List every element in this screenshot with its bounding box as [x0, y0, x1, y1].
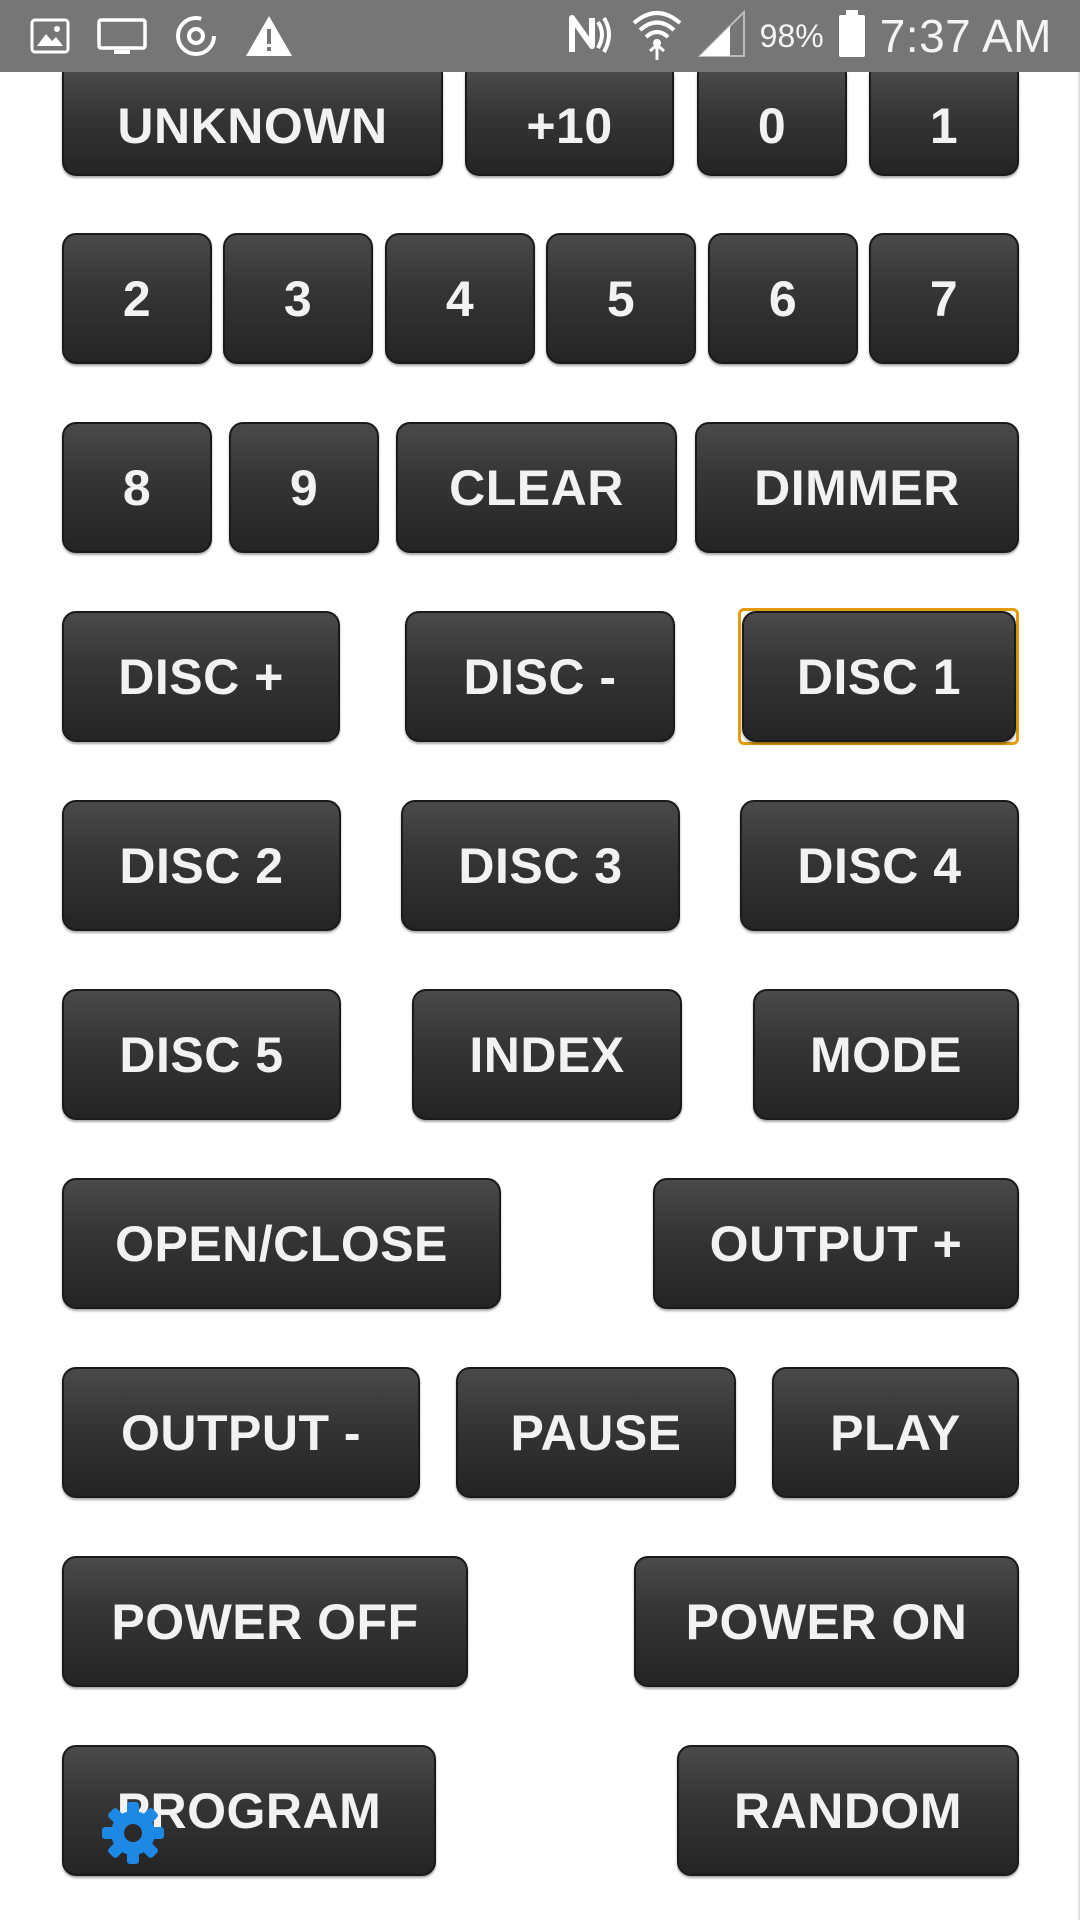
- battery-percent: 98%: [759, 17, 824, 54]
- button-plus-10[interactable]: +10: [465, 72, 674, 176]
- button-power-off[interactable]: POWER OFF: [62, 1556, 468, 1687]
- button-disc-minus[interactable]: DISC -: [405, 611, 675, 742]
- signal-icon: [697, 9, 746, 63]
- button-8[interactable]: 8: [62, 422, 212, 553]
- button-disc-plus[interactable]: DISC +: [62, 611, 340, 742]
- gear-icon[interactable]: [100, 1800, 166, 1866]
- button-9[interactable]: 9: [229, 422, 379, 553]
- battery-icon: [838, 9, 866, 63]
- button-0[interactable]: 0: [697, 72, 847, 176]
- button-mode[interactable]: MODE: [753, 989, 1019, 1120]
- status-bar: 98% 7:37 AM: [0, 0, 1080, 72]
- button-disc-3[interactable]: DISC 3: [401, 800, 680, 931]
- button-unknown[interactable]: UNKNOWN: [62, 72, 443, 176]
- button-disc-5[interactable]: DISC 5: [62, 989, 341, 1120]
- button-random[interactable]: RANDOM: [677, 1745, 1019, 1876]
- button-7[interactable]: 7: [869, 233, 1019, 364]
- button-pause[interactable]: PAUSE: [456, 1367, 736, 1498]
- button-disc-1[interactable]: DISC 1: [742, 611, 1016, 742]
- system-icons: 98% 7:37 AM: [566, 8, 1052, 64]
- wifi-icon: [630, 7, 684, 66]
- button-clear[interactable]: CLEAR: [396, 422, 677, 553]
- button-index[interactable]: INDEX: [412, 989, 682, 1120]
- remote-button-grid: UNKNOWN +10 0 1 2 3 4 5 6 7 8 9 CLEAR DI…: [0, 72, 1080, 1920]
- button-play[interactable]: PLAY: [772, 1367, 1019, 1498]
- button-6[interactable]: 6: [708, 233, 858, 364]
- button-4[interactable]: 4: [385, 233, 535, 364]
- button-output-plus[interactable]: OUTPUT +: [653, 1178, 1019, 1309]
- button-dimmer[interactable]: DIMMER: [695, 422, 1019, 553]
- button-3[interactable]: 3: [223, 233, 373, 364]
- button-5[interactable]: 5: [546, 233, 696, 364]
- button-2[interactable]: 2: [62, 233, 212, 364]
- notification-icons: [28, 12, 294, 65]
- cast-screen-icon: [96, 14, 148, 63]
- sync-icon: [172, 12, 220, 65]
- button-output-minus[interactable]: OUTPUT -: [62, 1367, 420, 1498]
- clock: 7:37 AM: [879, 10, 1052, 62]
- button-disc-4[interactable]: DISC 4: [740, 800, 1019, 931]
- nfc-icon: [566, 12, 616, 61]
- warning-icon: [244, 13, 294, 64]
- gallery-icon: [28, 14, 72, 63]
- button-open-close[interactable]: OPEN/CLOSE: [62, 1178, 501, 1309]
- button-disc-2[interactable]: DISC 2: [62, 800, 341, 931]
- button-power-on[interactable]: POWER ON: [634, 1556, 1019, 1687]
- button-1[interactable]: 1: [869, 72, 1019, 176]
